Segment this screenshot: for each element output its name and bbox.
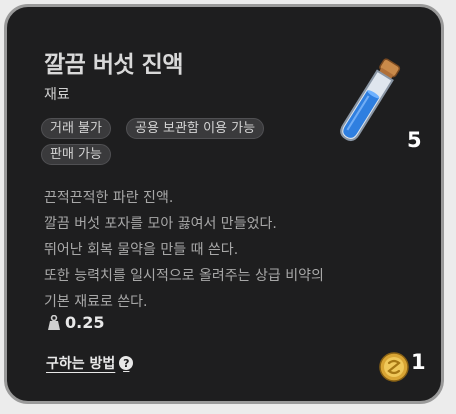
item-price: 1 bbox=[411, 350, 426, 374]
item-name: 깔끔 버섯 진액 bbox=[44, 52, 183, 78]
description-line: 또한 능력치를 일시적으로 올려주는 상급 비약의 bbox=[44, 268, 324, 284]
description-line: 뛰어난 회복 물약을 만들 때 쓴다. bbox=[44, 242, 239, 258]
description-line: 기본 재료로 쓴다. bbox=[44, 294, 148, 310]
how-to-obtain-label: 구하는 방법 bbox=[46, 356, 116, 372]
gold-coin-icon bbox=[379, 352, 409, 382]
item-category: 재료 bbox=[44, 87, 70, 103]
item-quantity: 5 bbox=[407, 128, 422, 152]
help-icon: ? bbox=[119, 356, 134, 370]
tag-shared-storage: 공용 보관함 이용 가능 bbox=[126, 118, 265, 139]
blue-potion-vial-icon bbox=[340, 58, 401, 142]
item-tooltip: 깔끔 버섯 진액 재료 거래 불가 공용 보관함 이용 가능 판매 가능 5 끈… bbox=[4, 4, 444, 404]
item-weight: 0.25 bbox=[47, 313, 104, 332]
tag-sellable: 판매 가능 bbox=[41, 144, 111, 165]
item-description: 끈적끈적한 파란 진액. 깔끔 버섯 포자를 모아 끓여서 만들었다. 뛰어난 … bbox=[44, 185, 324, 315]
description-line: 끈적끈적한 파란 진액. bbox=[44, 190, 174, 206]
tag-untradable: 거래 불가 bbox=[41, 118, 111, 139]
weight-value: 0.25 bbox=[65, 313, 105, 332]
description-line: 깔끔 버섯 포자를 모아 끓여서 만들었다. bbox=[44, 216, 277, 232]
how-to-obtain-link[interactable]: 구하는 방법 ? bbox=[46, 353, 134, 373]
weight-icon bbox=[48, 314, 60, 330]
